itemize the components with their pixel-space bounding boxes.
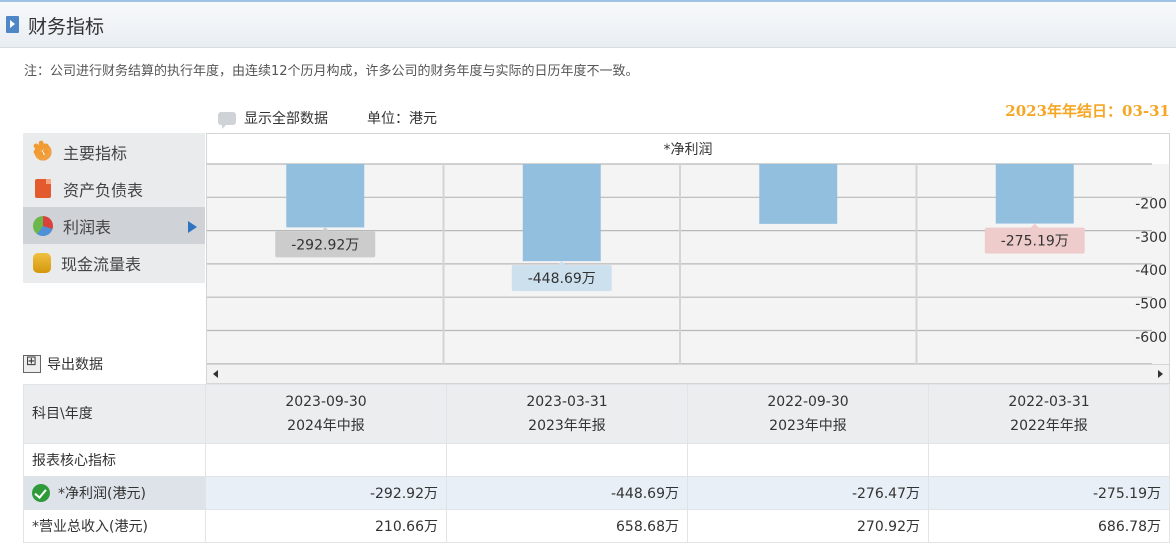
table-cell	[928, 443, 1170, 477]
column-date: 2023-03-31	[526, 394, 608, 410]
table-cell	[687, 443, 929, 477]
checkmark-icon	[32, 484, 50, 502]
table-cell: 210.66万	[205, 509, 447, 543]
scroll-right-icon[interactable]	[1158, 370, 1163, 378]
data-label: -448.69万	[528, 271, 596, 287]
column-header: 2023-03-31 2023年年报	[446, 384, 688, 444]
corner-header: 科目\年度	[23, 384, 206, 444]
table-cell: -448.69万	[446, 476, 688, 510]
row-label-text: *净利润(港元)	[58, 486, 146, 502]
column-report: 2024年中报	[287, 418, 365, 434]
scroll-left-icon[interactable]	[213, 370, 218, 378]
data-label: -292.92万	[291, 237, 359, 253]
financial-table: 科目\年度 2023-09-30 2024年中报 2023-03-31 2023年年…	[23, 384, 1170, 543]
table-cell: 686.78万	[928, 509, 1170, 543]
speech-bubble-icon	[218, 111, 236, 129]
section-arrow-icon	[6, 16, 19, 33]
column-report: 2023年中报	[769, 418, 847, 434]
title-bar: 财务指标	[0, 0, 1176, 48]
table-cell	[205, 443, 447, 477]
page-title: 财务指标	[28, 16, 105, 38]
menu-item-balance-sheet[interactable]: 资产负债表	[23, 170, 205, 207]
fiscal-year-note: 注：公司进行财务结算的执行年度，由连续12个历月构成，许多公司的财务年度与实际的…	[24, 64, 639, 79]
bar	[759, 164, 838, 224]
column-date: 2023-09-30	[285, 394, 367, 410]
column-report: 2022年年报	[1010, 418, 1088, 434]
caret-right-icon	[188, 221, 197, 233]
document-icon	[35, 179, 51, 198]
table-cell: 658.68万	[446, 509, 688, 543]
column-date: 2022-09-30	[767, 394, 849, 410]
fiscal-year-end: 2023年年结日：03-31	[1005, 102, 1170, 120]
export-data-button[interactable]: 导出数据	[23, 354, 103, 374]
bar	[522, 164, 601, 262]
section-label: 报表核心指标	[23, 443, 206, 477]
section-row: 报表核心指标	[23, 443, 1170, 477]
menu-item-label: 利润表	[63, 217, 112, 237]
table-cell	[446, 443, 688, 477]
row-label[interactable]: *营业总收入(港元)	[23, 509, 206, 543]
show-all-label: 显示全部数据	[244, 111, 328, 127]
table-cell: -292.92万	[205, 476, 447, 510]
column-header: 2023-09-30 2024年中报	[205, 384, 447, 444]
row-label[interactable]: *净利润(港元)	[23, 476, 206, 510]
table-cell: 270.92万	[687, 509, 929, 543]
chart-title: *净利润	[664, 142, 713, 158]
statement-menu: 主要指标 资产负债表 利润表 现金流量表	[23, 133, 205, 283]
pie-chart-icon	[33, 215, 53, 236]
bar	[286, 164, 365, 228]
y-tick-label: -200	[1135, 197, 1167, 213]
table-cell: -276.47万	[687, 476, 929, 510]
column-header: 2022-09-30 2023年中报	[687, 384, 929, 444]
table-row-revenue[interactable]: *营业总收入(港元) 210.66万 658.68万 270.92万 686.7…	[23, 509, 1170, 543]
chart-scrollbar[interactable]	[206, 364, 1170, 384]
menu-item-label: 现金流量表	[61, 254, 142, 274]
menu-item-main-indicators[interactable]: 主要指标	[23, 133, 205, 170]
y-tick-label: -600	[1135, 330, 1167, 346]
net-profit-chart: -200 -300 -400 -500 -600 -292.92万 -448.69万 -275…	[206, 133, 1170, 365]
y-tick-label: -300	[1135, 230, 1167, 246]
menu-item-label: 资产负债表	[63, 180, 144, 200]
unit-label: 单位：港元	[367, 111, 437, 127]
column-report: 2023年年报	[528, 418, 606, 434]
show-all-data-toggle[interactable]: 显示全部数据	[218, 108, 328, 129]
chart-canvas: -200 -300 -400 -500 -600 -292.92万 -448.69万 -275…	[207, 142, 1169, 364]
bar	[995, 164, 1074, 224]
y-tick-label: -400	[1135, 263, 1167, 279]
table-header-row: 科目\年度 2023-09-30 2024年中报 2023-03-31 2023年年…	[23, 384, 1170, 444]
data-label: -275.19万	[1001, 234, 1069, 250]
column-header: 2022-03-31 2022年年报	[928, 384, 1170, 444]
table-cell: -275.19万	[928, 476, 1170, 510]
spreadsheet-icon	[23, 354, 41, 373]
menu-item-label: 主要指标	[63, 143, 128, 163]
menu-item-income-statement[interactable]: 利润表	[23, 207, 205, 244]
column-date: 2022-03-31	[1008, 394, 1090, 410]
flower-icon	[32, 138, 53, 163]
table-row-net-profit[interactable]: *净利润(港元) -292.92万 -448.69万 -276.47万 -275…	[23, 476, 1170, 510]
y-tick-label: -500	[1135, 297, 1167, 313]
export-label: 导出数据	[47, 357, 103, 373]
coins-icon	[33, 252, 51, 273]
menu-item-cash-flow[interactable]: 现金流量表	[23, 244, 205, 281]
